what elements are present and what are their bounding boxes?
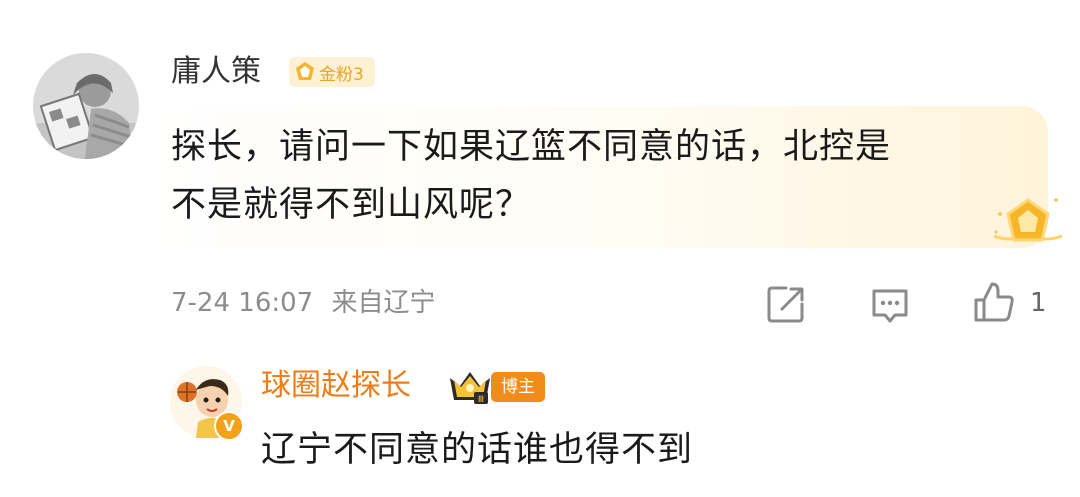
vip-crown-icon: Ⅲ — [450, 372, 490, 405]
fan-badge-label: 金粉3 — [319, 64, 364, 85]
comment-text-line2: 不是就得不到山风呢？ — [171, 185, 532, 225]
fan-level-badge[interactable]: 金粉3 — [289, 57, 375, 87]
svg-text:Ⅲ: Ⅲ — [478, 395, 484, 405]
comment-icon[interactable] — [868, 283, 912, 327]
comment-username[interactable]: 庸人策 — [171, 52, 261, 92]
gold-fan-icon — [296, 62, 314, 80]
share-icon[interactable] — [764, 282, 808, 326]
comment-timestamp: 7-24 16:07 — [171, 288, 314, 318]
comment-text[interactable]: 探长，请问一下如果辽篮不同意的话，北控是 不是就得不到山风呢？ — [171, 118, 1001, 234]
thumbs-up-icon[interactable] — [972, 280, 1016, 324]
avatar-photo — [33, 53, 139, 159]
user-avatar[interactable] — [33, 53, 139, 159]
comment-location: 来自辽宁 — [331, 288, 436, 318]
reply-text[interactable]: 辽宁不同意的话谁也得不到 — [261, 422, 693, 478]
host-badge: 博主 — [491, 372, 545, 402]
comment-text-line1: 探长，请问一下如果辽篮不同意的话，北控是 — [171, 127, 892, 167]
like-count: 1 — [1030, 288, 1047, 318]
gold-fan-decoration-icon — [993, 198, 1063, 242]
comment-meta: 7-24 16:07 来自辽宁 — [171, 283, 435, 323]
verified-badge-icon: V — [214, 411, 244, 441]
reply-username[interactable]: 球圈赵探长 — [261, 364, 411, 408]
